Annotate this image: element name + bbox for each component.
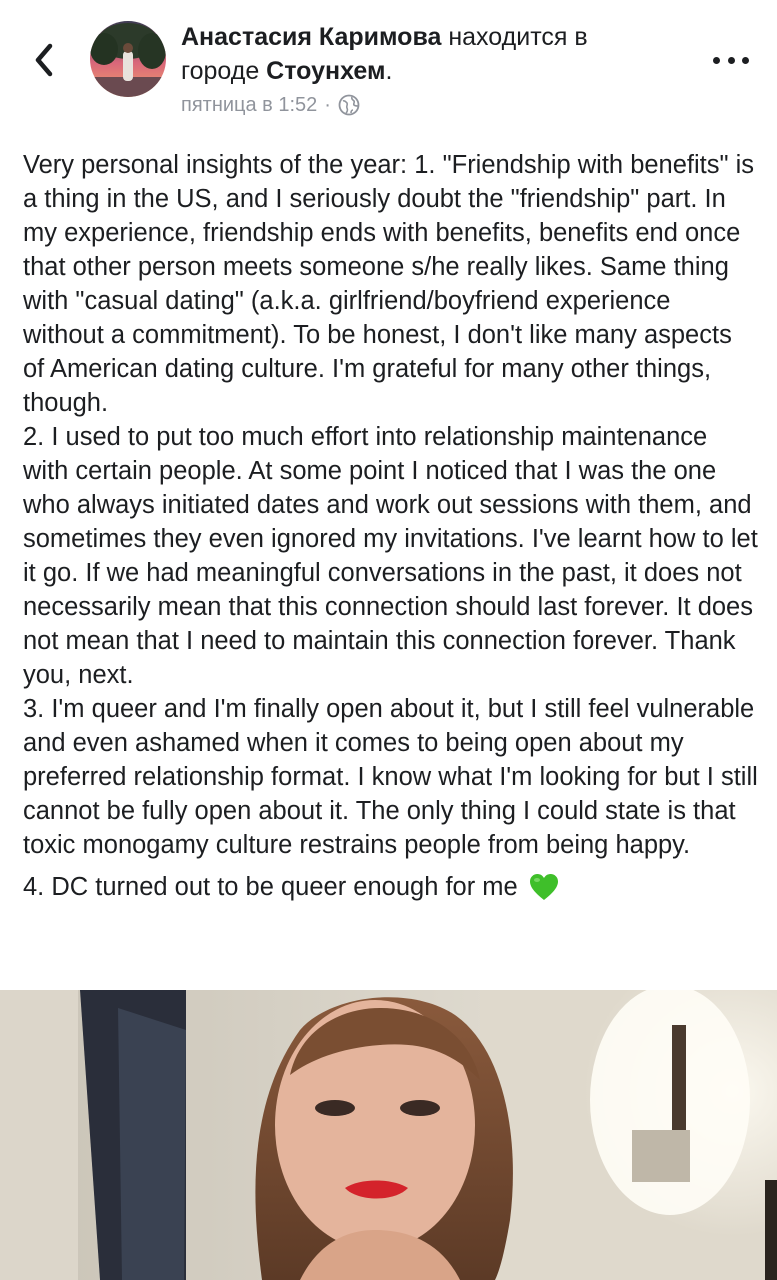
post-header: Анастасия Каримова находится в городе Ст… <box>0 0 777 130</box>
post-paragraph-1: Very personal insights of the year: 1. "… <box>23 151 755 417</box>
post-paragraph-4: 4. DC turned out to be queer enough for … <box>23 873 518 901</box>
back-button[interactable] <box>22 36 66 84</box>
author-line: Анастасия Каримова находится в городе Ст… <box>181 20 661 88</box>
globe-icon <box>338 94 360 116</box>
post-paragraph-4-row: 4. DC turned out to be queer enough for … <box>23 870 758 904</box>
more-dots-icon <box>727 56 735 64</box>
avatar-image <box>90 21 166 97</box>
timestamp[interactable]: пятница в 1:52 <box>181 92 317 118</box>
post-photo[interactable] <box>0 990 777 1280</box>
post-header-text: Анастасия Каримова находится в городе Ст… <box>181 20 661 118</box>
more-dots-icon <box>713 56 720 64</box>
location-suffix: . <box>385 57 393 85</box>
more-options-button[interactable] <box>713 48 749 72</box>
post-paragraph-2: 2. I used to put too much effort into re… <box>23 423 758 689</box>
green-heart-icon <box>529 874 558 900</box>
post-paragraph-3: 3. I'm queer and I'm finally open about … <box>23 695 758 859</box>
author-name[interactable]: Анастасия Каримова <box>181 23 441 51</box>
meta-separator: · <box>324 94 331 116</box>
chevron-left-icon <box>35 43 53 77</box>
more-dots-icon <box>742 56 749 64</box>
location-city[interactable]: Стоунхем <box>266 57 385 85</box>
post-text: Very personal insights of the year: 1. "… <box>23 148 758 904</box>
avatar[interactable] <box>90 21 166 97</box>
post-photo-image <box>0 990 777 1280</box>
post-page: Анастасия Каримова находится в городе Ст… <box>0 0 777 1280</box>
post-meta: пятница в 1:52 · <box>181 92 661 118</box>
location-prefix: находится в <box>441 23 588 51</box>
location-city-prefix: городе <box>181 57 267 85</box>
